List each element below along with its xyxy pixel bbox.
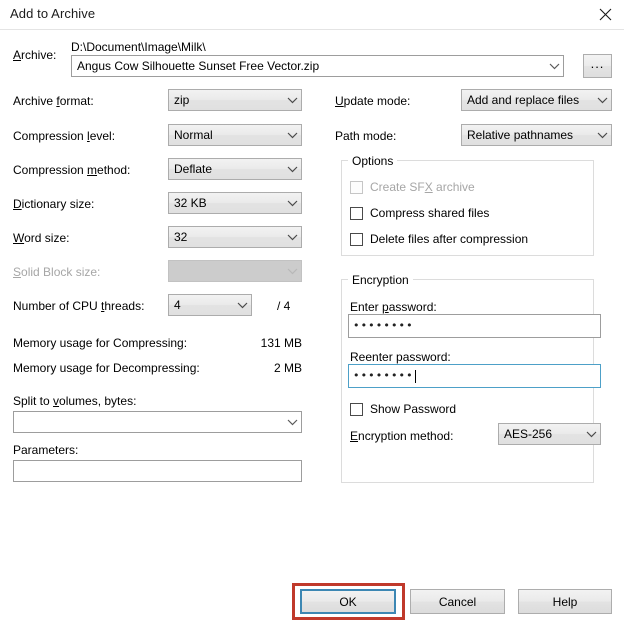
help-button-label: Help xyxy=(552,594,578,609)
archive-label: Archive: xyxy=(13,48,57,62)
reenter-password-input[interactable]: •••••••• xyxy=(348,364,601,388)
chevron-down-icon xyxy=(283,90,301,110)
compression-level-value: Normal xyxy=(174,128,213,142)
compression-method-value: Deflate xyxy=(174,162,213,176)
delete-files-after-compression-label: Delete files after compression xyxy=(370,232,529,246)
enter-password-value: •••••••• xyxy=(353,319,414,332)
archive-name-value: Angus Cow Silhouette Sunset Free Vector.… xyxy=(77,59,320,73)
dictionary-size-value: 32 KB xyxy=(174,196,207,210)
chevron-down-icon xyxy=(283,159,301,179)
path-mode-label: Path mode: xyxy=(335,129,397,143)
dictionary-size-combobox[interactable]: 32 KB xyxy=(168,192,302,214)
dictionary-size-label: Dictionary size: xyxy=(13,197,95,211)
chevron-down-icon xyxy=(593,125,611,145)
memory-decompressing-label: Memory usage for Decompressing: xyxy=(13,361,200,375)
archive-format-value: zip xyxy=(174,93,190,107)
update-mode-label: Update mode: xyxy=(335,94,411,108)
cpu-threads-max-label: / 4 xyxy=(277,299,291,313)
enter-password-label: Enter password: xyxy=(350,300,437,314)
encryption-method-label: Encryption method: xyxy=(350,429,454,443)
chevron-down-icon xyxy=(283,261,301,281)
window-title: Add to Archive xyxy=(10,6,96,21)
path-mode-value: Relative pathnames xyxy=(467,128,574,142)
checkbox-icon xyxy=(350,232,363,246)
compress-shared-files-checkbox[interactable]: Compress shared files xyxy=(350,206,489,220)
memory-compressing-label: Memory usage for Compressing: xyxy=(13,336,188,350)
word-size-combobox[interactable]: 32 xyxy=(168,226,302,248)
memory-decompressing-value: 2 MB xyxy=(273,361,302,375)
checkbox-icon xyxy=(350,206,363,220)
parameters-label: Parameters: xyxy=(13,443,79,457)
archive-format-combobox[interactable]: zip xyxy=(168,89,302,111)
create-sfx-archive-checkbox: Create SFX archive xyxy=(350,180,475,194)
delete-files-after-compression-checkbox[interactable]: Delete files after compression xyxy=(350,232,528,246)
show-password-label: Show Password xyxy=(370,402,457,416)
title-bar: Add to Archive xyxy=(0,0,624,30)
chevron-down-icon xyxy=(283,193,301,213)
help-button[interactable]: Help xyxy=(518,589,612,614)
solid-block-size-label: Solid Block size: xyxy=(13,265,101,279)
memory-compressing-value: 131 MB xyxy=(260,336,302,350)
encryption-method-combobox[interactable]: AES-256 xyxy=(498,423,601,445)
chevron-down-icon xyxy=(582,424,600,444)
browse-button[interactable]: ... xyxy=(583,54,612,78)
options-group-title: Options xyxy=(348,154,398,168)
compression-level-label: Compression level: xyxy=(13,129,116,143)
cpu-threads-combobox[interactable]: 4 xyxy=(168,294,252,316)
reenter-password-label: Reenter password: xyxy=(350,350,451,364)
archive-name-combobox[interactable]: Angus Cow Silhouette Sunset Free Vector.… xyxy=(71,55,564,77)
path-mode-combobox[interactable]: Relative pathnames xyxy=(461,124,612,146)
chevron-down-icon xyxy=(283,125,301,145)
browse-button-label: ... xyxy=(590,56,605,71)
checkbox-icon xyxy=(350,180,363,194)
ok-button[interactable]: OK xyxy=(300,589,396,614)
ok-button-label: OK xyxy=(339,594,357,609)
update-mode-combobox[interactable]: Add and replace files xyxy=(461,89,612,111)
update-mode-value: Add and replace files xyxy=(467,93,580,107)
cpu-threads-value: 4 xyxy=(174,298,181,312)
reenter-password-value: •••••••• xyxy=(353,369,414,382)
archive-format-label: Archive format: xyxy=(13,94,94,108)
encryption-method-value: AES-256 xyxy=(504,427,553,441)
solid-block-size-combobox xyxy=(168,260,302,282)
encryption-group-title: Encryption xyxy=(348,273,413,287)
word-size-label: Word size: xyxy=(13,231,70,245)
split-volumes-label: Split to volumes, bytes: xyxy=(13,394,137,408)
cancel-button-label: Cancel xyxy=(438,594,477,609)
word-size-value: 32 xyxy=(174,230,188,244)
compression-method-label: Compression method: xyxy=(13,163,131,177)
chevron-down-icon xyxy=(233,295,251,315)
chevron-down-icon xyxy=(545,56,563,76)
enter-password-input[interactable]: •••••••• xyxy=(348,314,601,338)
compression-method-combobox[interactable]: Deflate xyxy=(168,158,302,180)
chevron-down-icon xyxy=(283,227,301,247)
parameters-input[interactable] xyxy=(13,460,302,482)
create-sfx-archive-label: Create SFX archive xyxy=(370,180,475,194)
compression-level-combobox[interactable]: Normal xyxy=(168,124,302,146)
archive-path-text: D:\Document\Image\Milk\ xyxy=(71,40,206,54)
split-volumes-combobox[interactable] xyxy=(13,411,302,433)
cpu-threads-label: Number of CPU threads: xyxy=(13,299,145,313)
close-icon[interactable] xyxy=(586,0,624,28)
show-password-checkbox[interactable]: Show Password xyxy=(350,402,456,416)
compress-shared-files-label: Compress shared files xyxy=(370,206,490,220)
checkbox-icon xyxy=(350,402,363,416)
chevron-down-icon xyxy=(593,90,611,110)
text-caret xyxy=(414,369,416,383)
cancel-button[interactable]: Cancel xyxy=(410,589,505,614)
chevron-down-icon xyxy=(283,412,301,432)
